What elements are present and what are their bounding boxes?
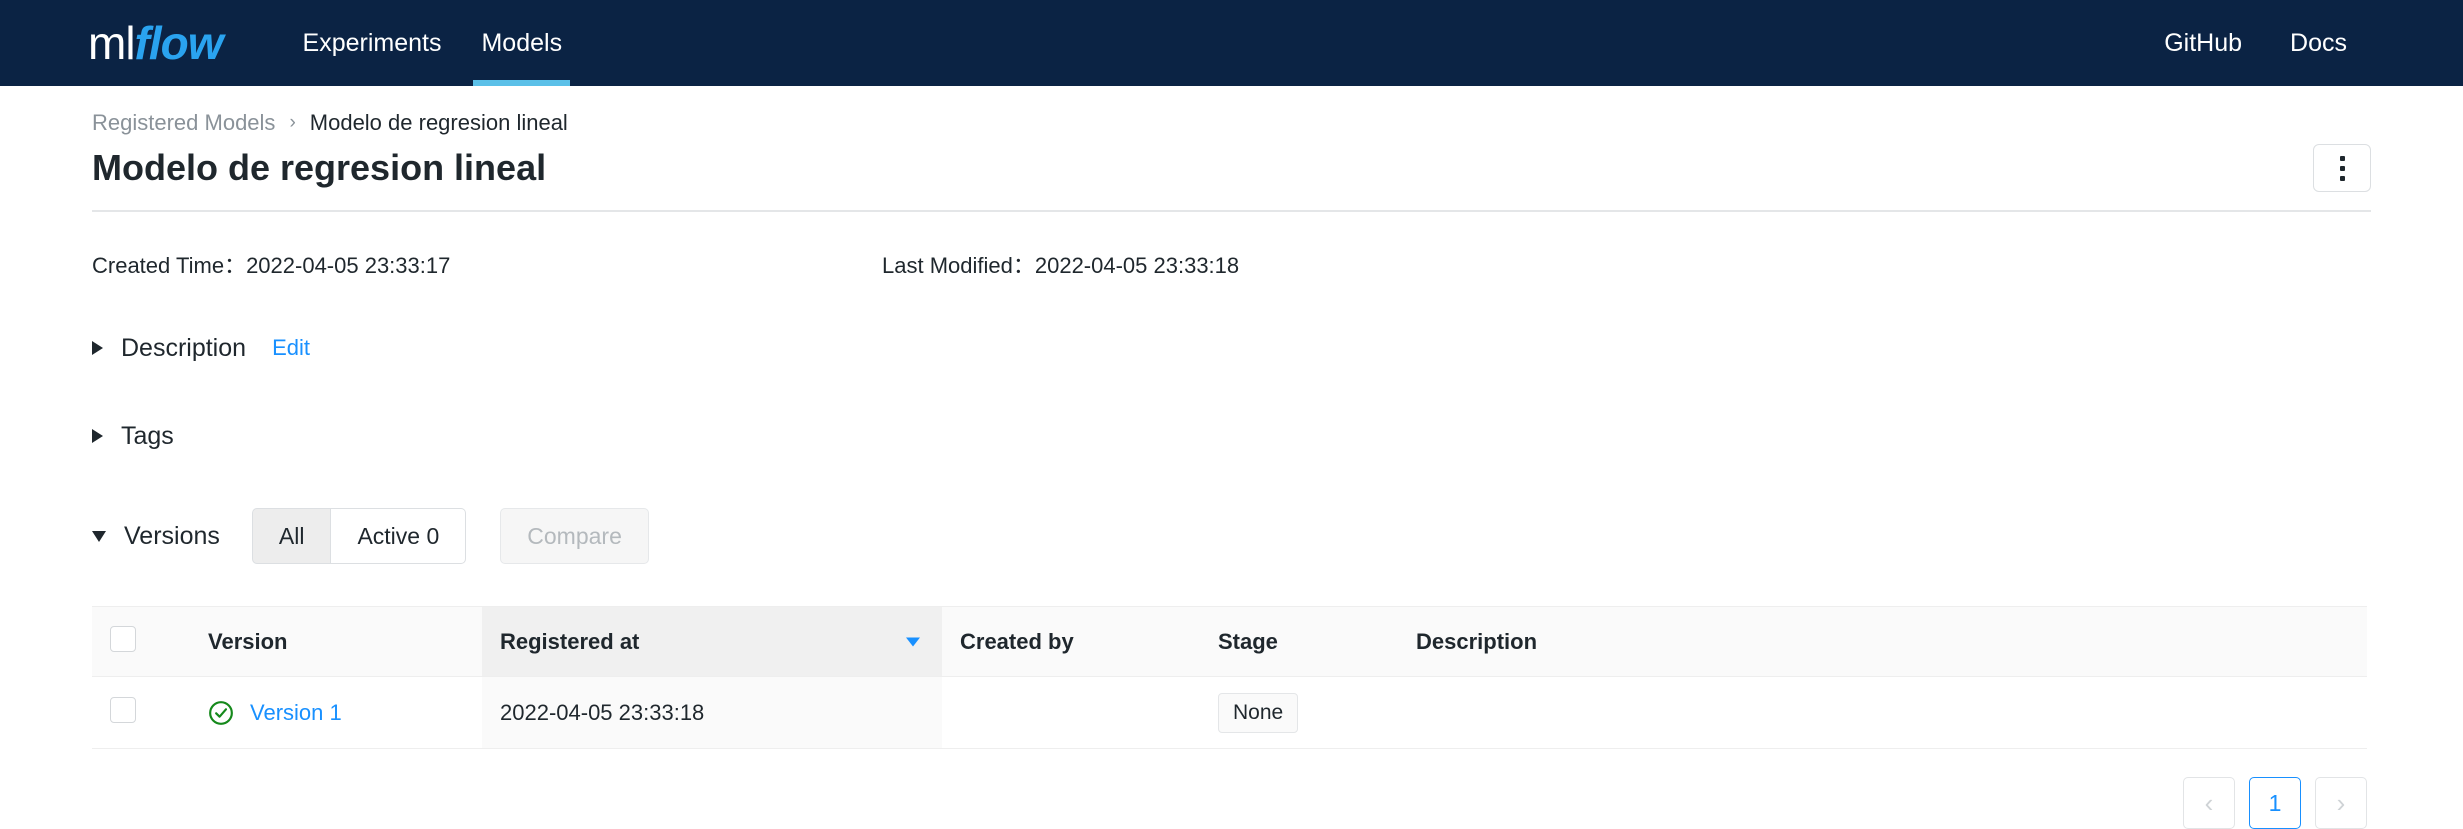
- created-time: Created Time： 2022-04-05 23:33:17: [92, 248, 882, 280]
- last-modified-value: 2022-04-05 23:33:18: [1034, 253, 1240, 278]
- filter-active-button[interactable]: Active 0: [331, 508, 467, 564]
- chevron-right-icon: ›: [2336, 788, 2346, 818]
- logo-text-flow: flow: [134, 17, 224, 69]
- chevron-left-icon: ‹: [2204, 788, 2214, 818]
- top-navigation-bar: ml flow Experiments Models GitHub Docs: [0, 0, 2463, 86]
- last-modified: Last Modified： 2022-04-05 23:33:18: [882, 248, 1239, 280]
- table-header-row: Version Registered at Created by Stage D…: [92, 606, 2367, 677]
- table-row[interactable]: Version 1 2022-04-05 23:33:18 None: [92, 676, 2367, 749]
- compare-button[interactable]: Compare: [500, 508, 649, 564]
- breadcrumb-current: Modelo de regresion lineal: [309, 110, 568, 135]
- versions-table-head: Version Registered at Created by Stage D…: [92, 606, 2367, 677]
- created-time-label: Created Time：: [92, 253, 247, 278]
- versions-section-title: Versions: [124, 521, 220, 550]
- sort-descending-icon: [906, 637, 920, 646]
- versions-table-body: Version 1 2022-04-05 23:33:18 None: [92, 676, 2367, 749]
- row-stage-cell: None: [1200, 676, 1398, 749]
- tags-section-title: Tags: [121, 421, 174, 450]
- status-badge: None: [1218, 692, 1299, 733]
- nav-item-docs[interactable]: Docs: [2266, 0, 2371, 86]
- row-version-cell: Version 1: [190, 676, 482, 749]
- column-header-stage[interactable]: Stage: [1200, 606, 1398, 677]
- description-section-header: Description Edit: [92, 328, 2371, 368]
- row-registered-at-cell: 2022-04-05 23:33:18: [482, 676, 942, 749]
- model-metadata: Created Time： 2022-04-05 23:33:17 Last M…: [92, 212, 2371, 280]
- pagination-next-button[interactable]: ›: [2315, 777, 2367, 829]
- pagination-prev-button[interactable]: ‹: [2183, 777, 2235, 829]
- row-description-cell: [1398, 676, 2367, 749]
- versions-table-wrapper: Version Registered at Created by Stage D…: [92, 606, 2371, 829]
- column-header-description[interactable]: Description: [1398, 606, 2367, 677]
- row-checkbox[interactable]: [110, 696, 136, 723]
- column-header-registered-at-label: Registered at: [500, 628, 640, 654]
- kebab-dot-icon: [2339, 175, 2345, 181]
- pagination-page-1-button[interactable]: 1: [2249, 777, 2301, 829]
- page-title-row: Modelo de regresion lineal: [92, 130, 2371, 212]
- versions-section-header: Versions All Active 0 Compare: [92, 508, 2371, 564]
- nav-item-github[interactable]: GitHub: [2140, 0, 2266, 86]
- edit-description-link[interactable]: Edit: [272, 335, 310, 361]
- last-modified-label: Last Modified：: [882, 253, 1035, 278]
- tags-section-header: Tags: [92, 416, 2371, 456]
- nav-item-experiments[interactable]: Experiments: [283, 0, 462, 86]
- page-title: Modelo de regresion lineal: [92, 147, 547, 189]
- nav-item-models[interactable]: Models: [461, 0, 582, 86]
- chevron-right-icon[interactable]: [92, 429, 103, 443]
- created-time-value: 2022-04-05 23:33:17: [246, 253, 451, 278]
- breadcrumb-separator-icon: ›: [289, 112, 296, 133]
- nav-right-links: GitHub Docs: [2140, 0, 2371, 86]
- row-select-cell: [92, 676, 190, 749]
- breadcrumb: Registered Models › Modelo de regresion …: [92, 86, 2371, 135]
- filter-all-button[interactable]: All: [251, 508, 332, 564]
- mlflow-logo[interactable]: ml flow: [88, 17, 224, 69]
- chevron-down-icon[interactable]: [92, 530, 106, 542]
- versions-table: Version Registered at Created by Stage D…: [92, 606, 2367, 749]
- chevron-right-icon[interactable]: [92, 341, 103, 355]
- column-header-registered-at[interactable]: Registered at: [482, 606, 942, 677]
- ready-status-check-icon: [209, 700, 233, 725]
- select-all-header: [92, 606, 190, 677]
- page-content: Registered Models › Modelo de regresion …: [0, 86, 2463, 829]
- breadcrumb-registered-models[interactable]: Registered Models: [92, 110, 275, 136]
- kebab-dot-icon: [2339, 155, 2345, 161]
- row-created-by-cell: [942, 676, 1200, 749]
- main-nav: Experiments Models: [283, 0, 583, 86]
- select-all-checkbox[interactable]: [110, 625, 136, 652]
- more-actions-button[interactable]: [2313, 144, 2371, 192]
- logo-text-ml: ml: [88, 17, 136, 69]
- version-link[interactable]: Version 1: [250, 700, 342, 726]
- pagination: ‹ 1 ›: [92, 777, 2367, 829]
- kebab-dot-icon: [2339, 165, 2345, 171]
- versions-filter-group: All Active 0: [251, 508, 467, 564]
- description-section-title: Description: [121, 333, 247, 362]
- column-header-version[interactable]: Version: [190, 606, 482, 677]
- column-header-created-by[interactable]: Created by: [942, 606, 1200, 677]
